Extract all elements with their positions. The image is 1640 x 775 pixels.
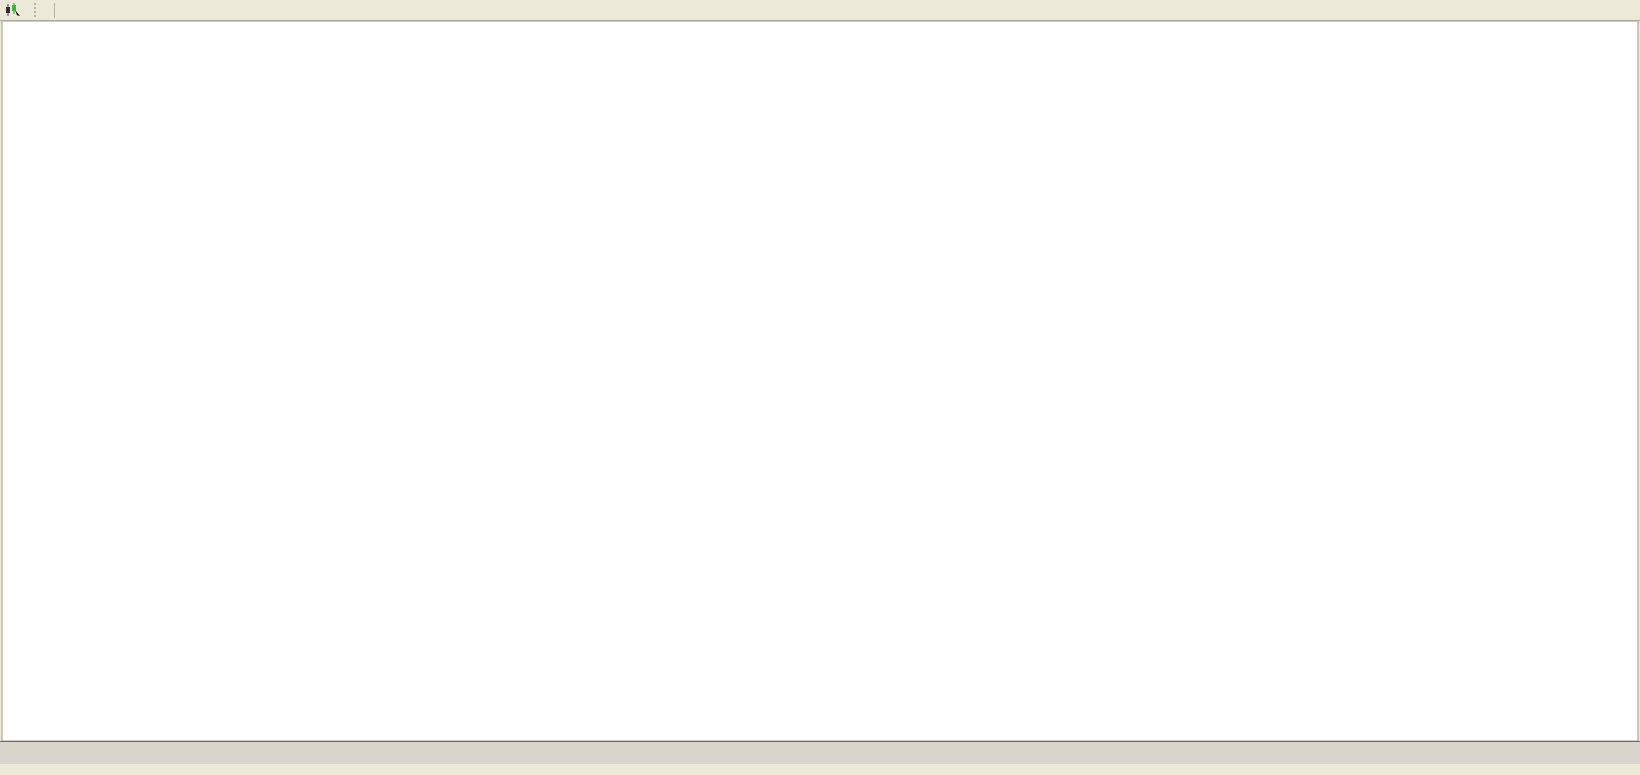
tab-scroll-controls: [1615, 761, 1640, 764]
tabs-row: [8, 742, 1615, 764]
toolbar-grip[interactable]: [34, 3, 40, 17]
mt4-window: { "toolbar": { "timeframes": ["M1","M5",…: [0, 0, 1640, 775]
tabbar-stub: [0, 742, 8, 764]
symbol-tabbar: [0, 741, 1640, 764]
chart-window-background: [2, 21, 1638, 741]
timeframe-toolbar: [0, 0, 1640, 21]
candlestick-cursor-icon[interactable]: [3, 2, 23, 18]
toolbar-separator: [54, 3, 55, 18]
chart-canvas: [0, 0, 1640, 775]
